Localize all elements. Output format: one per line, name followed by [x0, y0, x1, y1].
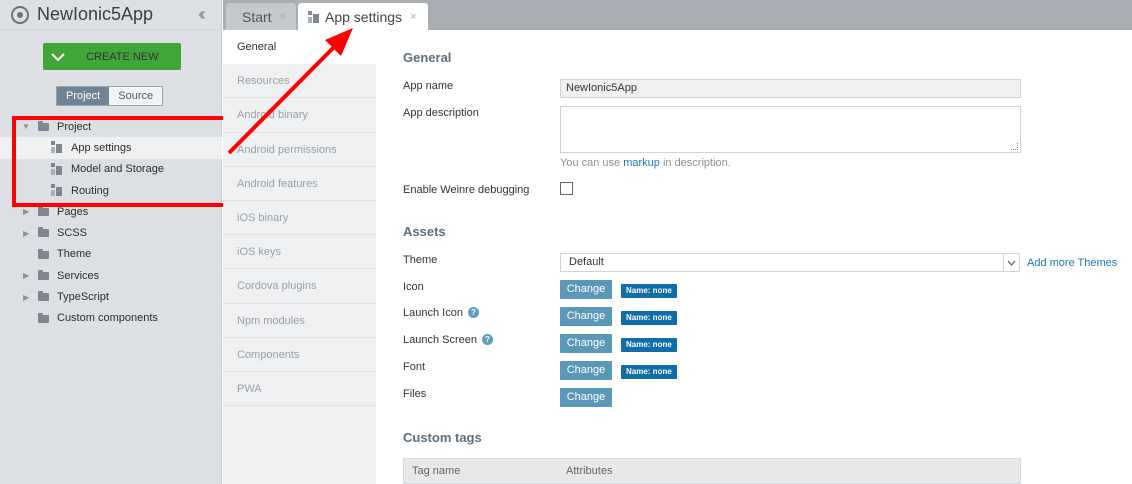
- app-title: NewIonic5App: [37, 4, 154, 24]
- launch-icon-change-button[interactable]: Change: [560, 307, 612, 326]
- icon-change-button[interactable]: Change: [560, 280, 612, 299]
- custom-tags-heading: Custom tags: [403, 430, 482, 445]
- app-logo-icon: [11, 5, 29, 24]
- tree-item-label: TypeScript: [57, 291, 109, 304]
- custom-tags-table-header: Tag name Attributes: [403, 458, 1021, 484]
- tree-item-services[interactable]: ▶ Services: [0, 265, 222, 286]
- project-view-button[interactable]: Project: [57, 87, 110, 105]
- icon-name-badge: Name: none: [621, 284, 677, 298]
- sidebar-header: NewIonic5App: [0, 0, 221, 30]
- expand-arrow-icon[interactable]: ▶: [23, 293, 31, 302]
- app-name-field[interactable]: NewIonic5App: [560, 79, 1021, 98]
- nav-components[interactable]: Components: [223, 338, 376, 372]
- hint-text: in description.: [659, 157, 731, 169]
- expand-arrow-icon[interactable]: ▶: [23, 229, 31, 238]
- settings-content: General App name NewIonic5App App descri…: [376, 30, 1132, 484]
- chevron-down-icon: [1003, 254, 1019, 271]
- font-name-badge: Name: none: [621, 365, 677, 379]
- folder-icon: [38, 270, 49, 281]
- expand-arrow-icon[interactable]: ▶: [23, 207, 31, 216]
- collapse-sidebar-icon[interactable]: ‹‹: [198, 4, 206, 25]
- launch-screen-name-badge: Name: none: [621, 338, 677, 352]
- launch-icon-label: Launch Icon?: [403, 307, 479, 319]
- column-tag-name: Tag name: [412, 465, 461, 477]
- tree-item-label: SCSS: [57, 227, 87, 240]
- launch-icon-name-badge: Name: none: [621, 311, 677, 325]
- nav-resources[interactable]: Resources: [223, 64, 376, 99]
- tree-item-label: Theme: [57, 248, 92, 261]
- nav-android-features[interactable]: Android features: [223, 167, 376, 201]
- app-name-label: App name: [403, 80, 454, 92]
- weinre-checkbox[interactable]: [560, 182, 573, 195]
- nav-npm-modules[interactable]: Npm modules: [223, 304, 376, 338]
- font-change-button[interactable]: Change: [560, 361, 612, 380]
- launch-icon-text: Launch Icon: [403, 307, 463, 319]
- files-label: Files: [403, 388, 427, 400]
- nav-android-permissions[interactable]: Android permissions: [223, 133, 376, 167]
- tab-app-settings[interactable]: App settings ×: [298, 3, 428, 30]
- editor-tab-bar: Start × App settings ×: [223, 0, 1132, 30]
- launch-screen-text: Launch Screen: [403, 334, 477, 346]
- close-icon[interactable]: ×: [410, 11, 416, 23]
- folder-icon: [38, 206, 49, 217]
- theme-select-value: Default: [569, 256, 604, 268]
- tree-item-scss[interactable]: ▶ SCSS: [0, 222, 222, 243]
- view-switcher: Project Source: [56, 86, 164, 106]
- nav-cordova-plugins[interactable]: Cordova plugins: [223, 269, 376, 304]
- create-new-label: CREATE NEW: [86, 50, 159, 63]
- tree-item-label: Services: [57, 269, 100, 282]
- source-view-button[interactable]: Source: [109, 87, 163, 105]
- close-icon[interactable]: ×: [280, 11, 286, 23]
- icon-label: Icon: [403, 281, 424, 293]
- project-sidebar: NewIonic5App ‹‹ CREATE NEW Project Sourc…: [0, 0, 222, 484]
- tree-item-label: Custom components: [57, 312, 158, 325]
- create-new-button[interactable]: CREATE NEW: [43, 43, 181, 70]
- help-icon[interactable]: ?: [467, 307, 479, 318]
- app-description-field[interactable]: [560, 106, 1021, 153]
- hint-text: You can use: [560, 157, 624, 169]
- folder-icon: [38, 248, 49, 259]
- markup-link[interactable]: markup: [623, 157, 660, 169]
- general-heading: General: [403, 50, 452, 65]
- font-label: Font: [403, 361, 426, 373]
- tree-item-label: Pages: [57, 205, 89, 218]
- app-description-label: App description: [403, 107, 479, 119]
- files-change-button[interactable]: Change: [560, 388, 612, 407]
- settings-nav: General Resources Android binary Android…: [223, 30, 376, 484]
- folder-icon: [38, 227, 49, 238]
- theme-select[interactable]: Default: [560, 253, 1020, 272]
- annotation-highlight-box: [12, 116, 227, 207]
- theme-label: Theme: [403, 254, 438, 266]
- add-more-themes-link[interactable]: Add more Themes: [1027, 257, 1117, 269]
- tab-label: App settings: [325, 8, 403, 25]
- chevron-down-icon[interactable]: [43, 43, 73, 70]
- nav-pwa[interactable]: PWA: [223, 372, 376, 407]
- tab-label: Start: [242, 8, 272, 25]
- help-icon[interactable]: ?: [482, 334, 493, 345]
- column-attributes: Attributes: [566, 465, 613, 477]
- nav-ios-binary[interactable]: iOS binary: [223, 201, 376, 236]
- folder-icon: [38, 312, 49, 323]
- tree-item-custom-components[interactable]: Custom components: [0, 308, 222, 329]
- assets-heading: Assets: [403, 224, 446, 239]
- launch-screen-label: Launch Screen?: [403, 334, 493, 346]
- launch-screen-change-button[interactable]: Change: [560, 334, 612, 353]
- weinre-label: Enable Weinre debugging: [403, 184, 530, 196]
- folder-icon: [38, 291, 49, 302]
- nav-general[interactable]: General: [223, 30, 376, 65]
- tree-item-theme[interactable]: Theme: [0, 244, 222, 265]
- tree-item-typescript[interactable]: ▶ TypeScript: [0, 286, 222, 307]
- expand-arrow-icon[interactable]: ▶: [23, 271, 31, 280]
- markup-hint: You can use markup in description.: [560, 157, 731, 169]
- nav-ios-keys[interactable]: iOS keys: [223, 235, 376, 270]
- tab-start[interactable]: Start ×: [226, 3, 296, 30]
- page-icon: [308, 10, 319, 23]
- nav-android-binary[interactable]: Android binary: [223, 98, 376, 133]
